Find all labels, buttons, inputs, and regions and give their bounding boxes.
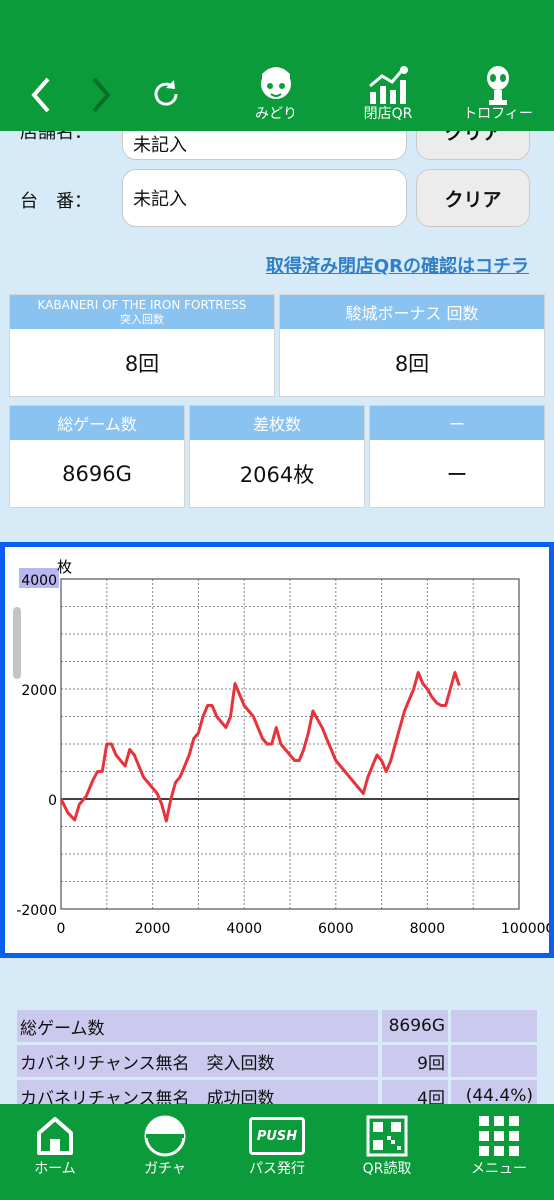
- bonus-count-header: 駿城ボーナス 回数: [280, 295, 544, 329]
- kabaneri-entry-header-subtitle: 突入回数: [120, 312, 164, 326]
- machine-number-value: 未記入: [133, 189, 187, 210]
- midori-button[interactable]: みどり: [236, 62, 316, 122]
- y-tick-label: -2000: [16, 903, 57, 919]
- stat-value: 9回: [382, 1045, 448, 1077]
- bonus-count-card: 駿城ボーナス 回数 8回: [279, 294, 545, 397]
- stat-extra: [451, 1010, 537, 1042]
- x-tick-label: 6000: [318, 921, 354, 937]
- trophy-button[interactable]: トロフィー: [458, 62, 538, 122]
- stat-label: カバネリチャンス無名 突入回数: [17, 1045, 378, 1077]
- x-tick-label: 0: [57, 921, 66, 937]
- table-row: カバネリチャンス無名 突入回数 9回: [17, 1045, 537, 1077]
- store-name-value: 未記入: [133, 135, 187, 156]
- x-tick-label: 4000: [226, 921, 262, 937]
- total-games-header: 総ゲーム数: [10, 406, 184, 440]
- stat-value: 8696G: [382, 1010, 448, 1042]
- gacha-icon: [120, 1112, 210, 1160]
- diff-medals-header: 差枚数: [190, 406, 364, 440]
- stats-table: 総ゲーム数 8696G カバネリチャンス無名 突入回数 9回 カバネリチャンス無…: [17, 1010, 537, 1115]
- y-axis-label: 枚: [57, 558, 72, 576]
- empty-stat-header: ー: [370, 406, 544, 440]
- alien-trophy-icon: [458, 62, 538, 106]
- nav-qr-read[interactable]: QR読取: [342, 1112, 432, 1178]
- nav-gacha-label: ガチャ: [144, 1161, 186, 1177]
- midori-label: みどり: [255, 106, 297, 122]
- nav-pass-issue-label: パス発行: [249, 1161, 305, 1177]
- empty-stat-card: ー ー: [369, 405, 545, 508]
- total-games-card: 総ゲーム数 8696G: [9, 405, 185, 508]
- y-tick-label: 2000: [21, 683, 57, 699]
- machine-number-label: 台 番：: [20, 191, 92, 212]
- home-icon: [10, 1112, 100, 1160]
- push-text: PUSH: [249, 1117, 305, 1155]
- kabaneri-entry-header-title: KABANERI OF THE IRON FORTRESS: [37, 297, 247, 312]
- medal-line-chart: 400020000-2000枚0200040006000800010000G: [16, 558, 549, 937]
- diff-medals-value: 2064枚: [239, 462, 315, 487]
- nav-menu[interactable]: メニュー: [454, 1112, 544, 1178]
- stat-extra: [451, 1045, 537, 1077]
- closing-qr-history-link[interactable]: 取得済み閉店QRの確認はコチラ: [266, 252, 529, 278]
- table-row: 総ゲーム数 8696G: [17, 1010, 537, 1042]
- x-tick-label: 2000: [135, 921, 171, 937]
- x-tick-label: 10000G: [501, 921, 549, 937]
- y-tick-label: 0: [48, 793, 57, 809]
- push-badge-icon: PUSH: [232, 1112, 322, 1160]
- machine-number-field[interactable]: 未記入: [122, 169, 407, 227]
- chart-growth-icon: [348, 62, 428, 106]
- nav-qr-read-label: QR読取: [362, 1161, 412, 1177]
- nav-pass-issue[interactable]: PUSH パス発行: [232, 1112, 322, 1178]
- top-navigation-bar: みどり 閉店QR トロフィー: [0, 0, 554, 131]
- reload-icon[interactable]: [150, 78, 182, 114]
- back-arrow-icon[interactable]: [28, 75, 52, 122]
- stat-label: 総ゲーム数: [17, 1010, 378, 1042]
- closing-qr-label: 閉店QR: [363, 106, 413, 122]
- medal-graph-panel: 400020000-2000枚0200040006000800010000G: [0, 542, 554, 958]
- machine-clear-button[interactable]: クリア: [416, 169, 530, 227]
- nav-home[interactable]: ホーム: [10, 1112, 100, 1178]
- kabaneri-entry-header: KABANERI OF THE IRON FORTRESS 突入回数: [10, 295, 274, 329]
- diff-medals-card: 差枚数 2064枚: [189, 405, 365, 508]
- forward-arrow-icon[interactable]: [90, 75, 114, 122]
- bonus-count-value: 8回: [394, 351, 430, 376]
- bottom-navigation-bar: ホーム ガチャ PUSH パス発行 QR読取 メニュー: [0, 1104, 554, 1200]
- nav-gacha[interactable]: ガチャ: [120, 1112, 210, 1178]
- x-tick-label: 8000: [410, 921, 446, 937]
- nav-home-label: ホーム: [34, 1161, 76, 1177]
- trophy-label: トロフィー: [463, 106, 533, 122]
- character-face-icon: [236, 62, 316, 106]
- empty-stat-value: ー: [446, 462, 468, 487]
- nav-menu-label: メニュー: [471, 1161, 527, 1177]
- y-tick-label: 4000: [21, 573, 57, 589]
- kabaneri-entry-value: 8回: [124, 351, 160, 376]
- grid-menu-icon: [454, 1112, 544, 1160]
- total-games-value: 8696G: [62, 461, 132, 486]
- kabaneri-entry-card: KABANERI OF THE IRON FORTRESS 突入回数 8回: [9, 294, 275, 397]
- qr-code-icon: [342, 1112, 432, 1160]
- closing-qr-button[interactable]: 閉店QR: [348, 62, 428, 122]
